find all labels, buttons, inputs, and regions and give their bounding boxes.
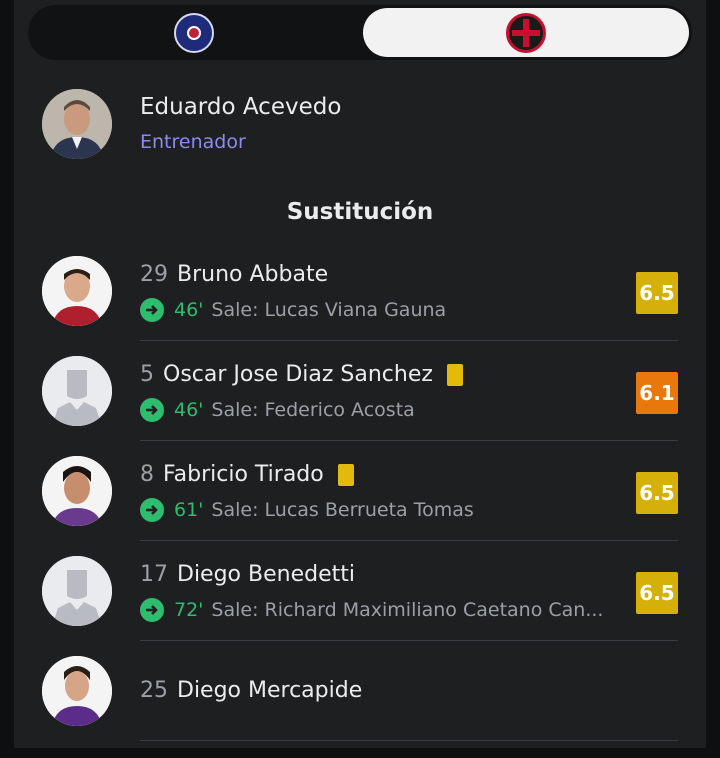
sub-minute: 72': [174, 599, 204, 621]
player-number: 5: [140, 362, 154, 387]
divider: [140, 440, 678, 441]
yellow-card-icon: [337, 463, 354, 486]
away-team-crest-icon: [506, 12, 546, 53]
list-item[interactable]: 29 Bruno Abbate 46' Sale: Lucas Viana Gau…: [0, 256, 720, 358]
tab-away-team[interactable]: [363, 8, 689, 57]
player-name: Diego Mercapide: [177, 678, 363, 703]
team-switcher: [28, 5, 692, 60]
home-team-crest-icon: [174, 12, 214, 53]
player-name: Oscar Jose Diaz Sanchez: [163, 362, 433, 387]
list-item[interactable]: 5 Oscar Jose Diaz Sanchez 46' Sale: Feder…: [0, 356, 720, 458]
divider: [140, 740, 678, 741]
player-number: 29: [140, 262, 168, 287]
sub-out-player: Lucas Viana Gauna: [264, 299, 447, 321]
player-rating-badge: 6.5: [636, 272, 678, 314]
player-rating-badge: 6.5: [636, 572, 678, 614]
sub-minute: 46': [174, 299, 204, 321]
sub-out-label: Sale:: [211, 599, 259, 621]
list-item[interactable]: 8 Fabricio Tirado 61' Sale: Lucas Berruet…: [0, 456, 720, 558]
divider: [140, 340, 678, 341]
player-avatar: [42, 256, 112, 326]
substitution-in-icon: [140, 298, 164, 322]
player-name: Bruno Abbate: [177, 262, 329, 287]
sub-out-player: Lucas Berrueta Tomas: [264, 499, 474, 521]
player-avatar: [42, 456, 112, 526]
player-rating-badge: 6.1: [636, 372, 678, 414]
list-item[interactable]: 17 Diego Benedetti 72' Sale: Richard Maxi…: [0, 556, 720, 658]
player-name: Diego Benedetti: [177, 562, 355, 587]
player-name: Fabricio Tirado: [163, 462, 324, 487]
coach-role: Entrenador: [140, 131, 246, 153]
sub-minute: 61': [174, 499, 204, 521]
player-number: 25: [140, 678, 168, 703]
player-avatar: [42, 656, 112, 726]
player-number: 8: [140, 462, 154, 487]
player-number: 17: [140, 562, 168, 587]
player-avatar-placeholder: [42, 556, 112, 626]
sub-minute: 46': [174, 399, 204, 421]
sub-out-player: Richard Maximiliano Caetano Can...: [264, 599, 604, 621]
player-avatar-placeholder: [42, 356, 112, 426]
player-rating-badge: 6.5: [636, 472, 678, 514]
yellow-card-icon: [446, 363, 463, 386]
substitution-in-icon: [140, 398, 164, 422]
sub-out-label: Sale:: [211, 399, 259, 421]
coach-avatar[interactable]: [42, 89, 112, 159]
sub-out-label: Sale:: [211, 299, 259, 321]
sub-out-player: Federico Acosta: [264, 399, 415, 421]
list-item[interactable]: 25 Diego Mercapide: [0, 656, 720, 758]
divider: [140, 540, 678, 541]
coach-name[interactable]: Eduardo Acevedo: [140, 94, 341, 120]
section-title: Sustitución: [286, 199, 434, 225]
sub-out-label: Sale:: [211, 499, 259, 521]
divider: [140, 640, 678, 641]
tab-home-team[interactable]: [31, 8, 357, 57]
substitution-in-icon: [140, 598, 164, 622]
substitution-in-icon: [140, 498, 164, 522]
